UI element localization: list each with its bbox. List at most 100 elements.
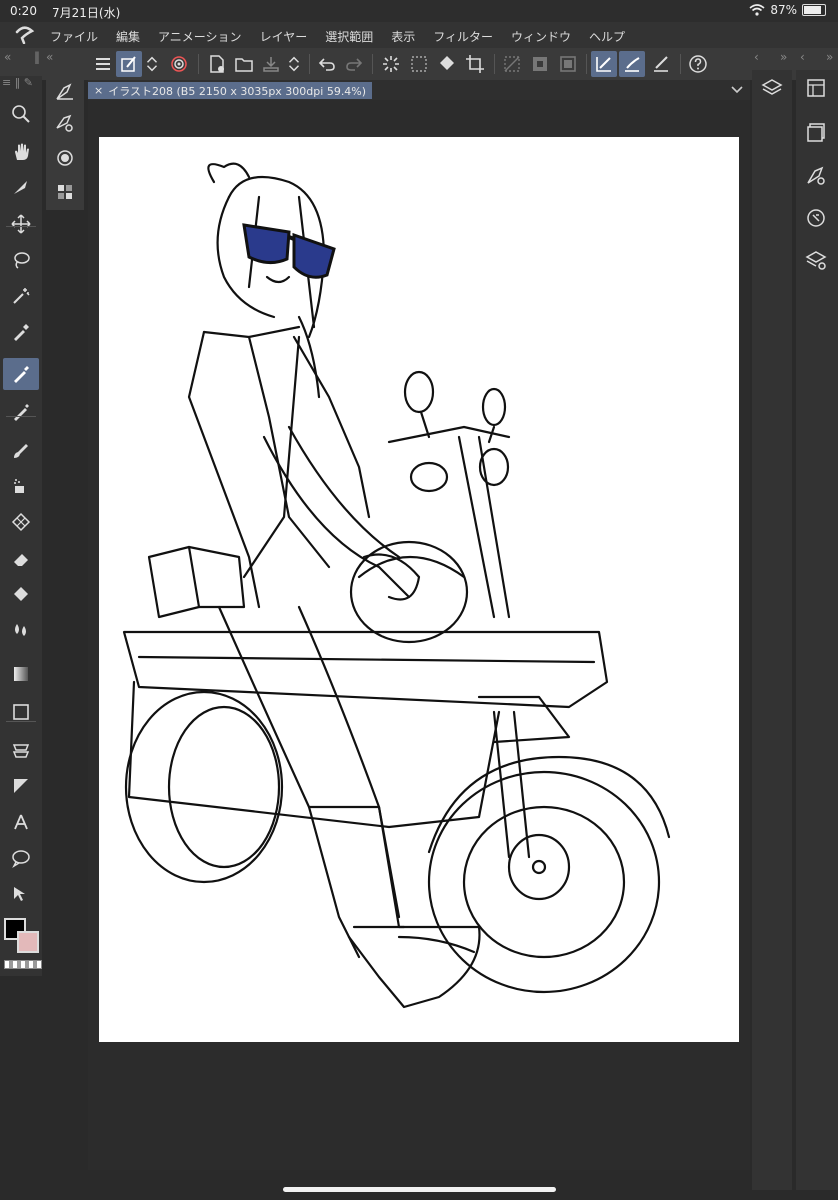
spiral-button[interactable] — [166, 51, 192, 77]
menu-item-8[interactable]: ヘルプ — [589, 28, 625, 45]
ruler-snap-icon — [596, 57, 611, 72]
help-button[interactable] — [685, 51, 711, 77]
layer-property-button[interactable] — [804, 248, 828, 272]
hamburger-icon — [96, 58, 110, 70]
tool-button-rectangle[interactable] — [3, 696, 39, 728]
tool-palette — [0, 76, 42, 976]
ruler-snap-button[interactable] — [591, 51, 617, 77]
tool-button-move[interactable] — [3, 208, 39, 240]
tool-button-hand[interactable] — [3, 136, 39, 168]
home-indicator[interactable] — [283, 1187, 556, 1192]
navigator-button[interactable] — [804, 76, 828, 100]
layer-icon — [761, 79, 783, 95]
collapse-left-icon[interactable]: ‹ — [754, 50, 759, 64]
tool-button-airbrush[interactable] — [3, 470, 39, 502]
document-tab[interactable]: × イラスト208 (B5 2150 x 3035px 300dpi 59.4%… — [88, 82, 373, 99]
pen-ruler-button[interactable] — [648, 51, 674, 77]
chevron-down-icon[interactable] — [730, 82, 744, 96]
sub-view-button[interactable] — [804, 120, 828, 144]
collapse-left-icon[interactable]: « — [4, 50, 11, 64]
loading-button[interactable] — [378, 51, 404, 77]
text-icon — [14, 814, 28, 830]
redo-button[interactable] — [341, 51, 367, 77]
menu-item-4[interactable]: 選択範囲 — [325, 28, 373, 45]
menu-item-7[interactable]: ウィンドウ — [511, 28, 571, 45]
search-layer-button[interactable] — [804, 206, 828, 230]
expand-right-icon[interactable]: » — [780, 50, 787, 64]
command-bar: « ‖ « ‹ » ‹ » — [0, 48, 838, 80]
selection-show-button[interactable] — [555, 51, 581, 77]
open-button[interactable] — [231, 51, 257, 77]
pencil-icon — [14, 404, 29, 421]
loading-icon — [383, 56, 399, 72]
drawing-canvas[interactable] — [99, 137, 739, 1042]
fill-icon — [14, 587, 28, 601]
sub-tool-pen-icon[interactable] — [55, 82, 75, 102]
app-logo-icon[interactable] — [14, 26, 38, 44]
tool-button-correction[interactable] — [3, 878, 39, 910]
frame-icon — [12, 744, 30, 758]
menu-item-0[interactable]: ファイル — [50, 28, 98, 45]
new-file-button[interactable] — [204, 51, 230, 77]
tool-property-icon[interactable] — [55, 114, 75, 134]
sub-color-swatch[interactable] — [17, 931, 39, 953]
tool-button-brush[interactable] — [3, 434, 39, 466]
crop-button[interactable] — [462, 51, 488, 77]
active-tool-icon — [121, 56, 136, 72]
fill-button[interactable] — [434, 51, 460, 77]
brush-snap-button[interactable] — [619, 51, 645, 77]
palette-header: ≡ ‖ ✎ — [2, 76, 33, 89]
lasso-icon — [14, 252, 30, 269]
stepper-button[interactable] — [143, 51, 161, 77]
tool-separator — [6, 721, 36, 722]
tool-button-balloon[interactable] — [3, 842, 39, 874]
tool-button-lasso[interactable] — [3, 244, 39, 276]
menu-item-1[interactable]: 編集 — [116, 28, 140, 45]
color-set-icon[interactable] — [55, 182, 75, 202]
tool-button-fill[interactable] — [3, 578, 39, 610]
undo-button[interactable] — [314, 51, 340, 77]
select-all-button[interactable] — [406, 51, 432, 77]
collapse-left-icon[interactable]: « — [46, 50, 53, 64]
tool-button-frame[interactable] — [3, 734, 39, 766]
tool-button-eraser[interactable] — [3, 542, 39, 574]
move-icon — [11, 214, 31, 234]
tool-button-rotate[interactable] — [3, 172, 39, 204]
tool-button-zoom[interactable] — [3, 98, 39, 130]
menu-item-6[interactable]: フィルター — [433, 28, 493, 45]
menu-item-5[interactable]: 表示 — [391, 28, 415, 45]
tool-button-magic-wand[interactable] — [3, 280, 39, 312]
tool-button-eyedropper[interactable] — [3, 316, 39, 348]
active-tool-button[interactable] — [116, 51, 142, 77]
menu-bar: ファイル 編集 アニメーション レイヤー 選択範囲 表示 フィルター ウィンドウ ヘルプ — [0, 22, 838, 48]
tool-button-text[interactable] — [3, 806, 39, 838]
menu-item-3[interactable]: レイヤー — [260, 28, 308, 45]
tool-button-gradient[interactable] — [3, 658, 39, 690]
hamburger-button[interactable] — [90, 51, 116, 77]
tool-property-button[interactable] — [804, 164, 828, 188]
stepper-button-2[interactable] — [285, 51, 303, 77]
document-tab-row: × イラスト208 (B5 2150 x 3035px 300dpi 59.4%… — [88, 80, 750, 100]
panel-grip-icon[interactable]: ‖ — [34, 50, 40, 64]
invert-selection-icon — [533, 57, 547, 71]
tool-button-pen[interactable] — [3, 358, 39, 390]
balloon-icon — [12, 850, 30, 868]
tool-separator — [6, 416, 36, 417]
tool-button-blend[interactable] — [3, 614, 39, 646]
tool-button-ruler[interactable] — [3, 770, 39, 802]
right-panel-tools — [796, 70, 838, 1190]
deselect-button[interactable] — [499, 51, 525, 77]
invert-selection-button[interactable] — [527, 51, 553, 77]
menu-item-2[interactable]: アニメーション — [158, 28, 242, 45]
selection-show-icon — [560, 56, 576, 72]
tool-button-pencil[interactable] — [3, 396, 39, 428]
save-button[interactable] — [258, 51, 284, 77]
close-tab-icon[interactable]: × — [94, 84, 103, 97]
brush-size-icon[interactable] — [55, 148, 75, 168]
transparent-color-swatch[interactable] — [4, 960, 42, 969]
collapse-left-icon[interactable]: ‹ — [800, 50, 805, 64]
layer-button[interactable] — [760, 76, 784, 100]
eyedropper-icon — [14, 324, 29, 341]
expand-right-icon[interactable]: » — [826, 50, 833, 64]
tool-button-decoration[interactable] — [3, 506, 39, 538]
